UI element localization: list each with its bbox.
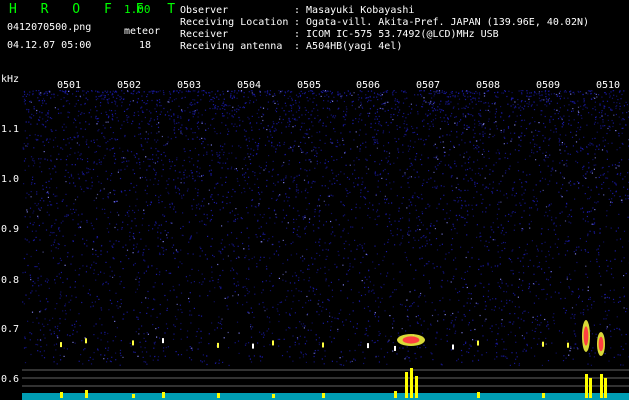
app-version: 1.00 — [124, 3, 151, 16]
info-observer-value: : Masayuki Kobayashi — [294, 5, 415, 16]
y-tick-1-0: 1.0 — [1, 174, 20, 185]
info-location-label: Receiving Location — [180, 17, 289, 28]
meteor-histogram — [22, 368, 629, 400]
info-receiver-value: : ICOM IC-575 53.7492(@LCD)MHz USB — [294, 29, 499, 40]
info-observer-label: Observer — [180, 5, 229, 16]
y-axis-unit: kHz — [1, 74, 20, 85]
y-tick-1-1: 1.1 — [1, 124, 20, 135]
spectrogram-plot — [22, 90, 629, 400]
file-name: 0412070500.png — [7, 22, 92, 33]
y-tick-0-7: 0.7 — [1, 324, 20, 335]
spectrogram-noise — [22, 90, 629, 387]
y-tick-0-6: 0.6 — [1, 374, 20, 385]
info-location-value: : Ogata-vill. Akita-Pref. JAPAN (139.96E… — [294, 17, 590, 28]
info-antenna-label: Receiving antenna — [180, 41, 283, 52]
datetime: 04.12.07 05:00 — [7, 40, 92, 51]
meteor-count: 18 — [139, 40, 152, 51]
meteor-label: meteor — [124, 26, 161, 37]
y-tick-0-9: 0.9 — [1, 224, 20, 235]
y-tick-0-8: 0.8 — [1, 275, 20, 286]
info-antenna-value: : A504HB(yagi 4el) — [294, 41, 403, 52]
info-receiver-label: Receiver — [180, 29, 229, 40]
app-title: H R O F F T — [9, 2, 184, 17]
